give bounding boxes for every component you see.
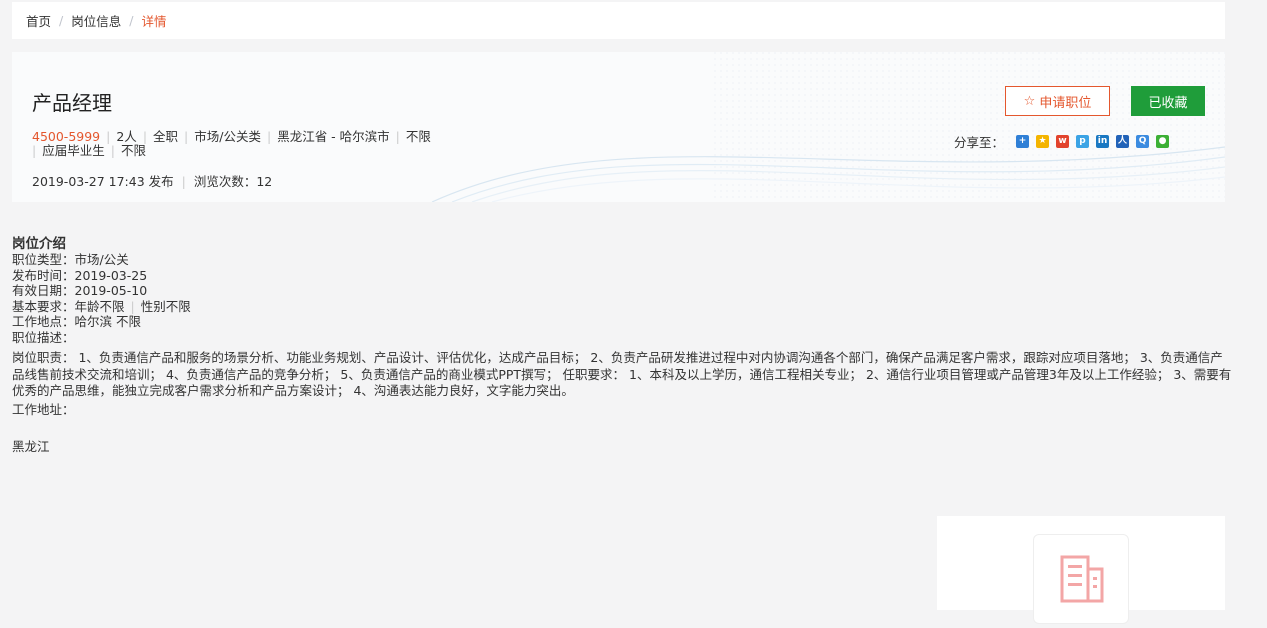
job-header-card: 产品经理 4500-5999 | 2人 | 全职 | 市场/公关类 | 黑龙江省 - 哈尔滨市 |… bbox=[12, 52, 1225, 202]
detail-valid-date: 有效日期：2019-05-10 bbox=[12, 283, 148, 298]
renren-icon[interactable]: 人 bbox=[1116, 135, 1130, 148]
qzone-plus-icon[interactable]: + bbox=[1016, 135, 1030, 148]
job-type: 全职 bbox=[153, 129, 179, 144]
breadcrumb-separator: / bbox=[59, 13, 64, 28]
star-icon[interactable]: ★ bbox=[1036, 135, 1050, 148]
share-label: 分享至： bbox=[954, 135, 1005, 150]
detail-address: 黑龙江 bbox=[12, 439, 50, 454]
job-salary: 4500-5999 bbox=[32, 129, 101, 144]
job-headcount: 2人 bbox=[116, 129, 137, 144]
detail-basic-requirements: 基本要求：年龄不限 | 性别不限 bbox=[12, 298, 191, 314]
apply-job-label: 申请职位 bbox=[1039, 95, 1092, 111]
breadcrumb-home[interactable]: 首页 bbox=[26, 11, 51, 30]
detail-age-requirement: 基本要求：年龄不限 bbox=[12, 298, 125, 314]
share-bar: 分享至： + ★ w p in 人 Q ● bbox=[954, 132, 1176, 151]
job-other: 不限 bbox=[120, 143, 146, 158]
wechat-icon[interactable]: ● bbox=[1156, 135, 1170, 148]
building-icon bbox=[1060, 555, 1104, 603]
job-publish-info: 2019-03-27 17:43 发布 | 浏览次数：12 bbox=[32, 174, 273, 189]
job-detail: 岗位介绍 职位类型：市场/公关 发布时间：2019-03-25 有效日期：201… bbox=[12, 236, 1232, 455]
job-education: 应届毕业生 bbox=[42, 143, 105, 158]
linkedin-icon[interactable]: in bbox=[1096, 135, 1110, 148]
qq-icon[interactable]: Q bbox=[1136, 135, 1150, 148]
star-outline-icon: ☆ bbox=[1023, 93, 1036, 109]
publish-time: 2019-03-27 17:43 发布 bbox=[32, 174, 174, 189]
breadcrumb-current: 详情 bbox=[141, 14, 167, 29]
job-category: 市场/公关类 bbox=[194, 129, 261, 144]
breadcrumb-section[interactable]: 岗位信息 bbox=[71, 11, 121, 30]
company-card bbox=[937, 516, 1225, 624]
detail-gender-requirement: 性别不限 bbox=[140, 298, 191, 314]
detail-duties: 岗位职责： 1、负责通信产品和服务的场景分析、功能业务规划、产品设计、评估优化，… bbox=[12, 350, 1232, 398]
job-location: 黑龙江省 - 哈尔滨市 bbox=[277, 129, 390, 144]
detail-job-type: 职位类型：市场/公关 bbox=[12, 252, 129, 267]
weibo-icon[interactable]: w bbox=[1056, 135, 1070, 148]
pengyou-icon[interactable]: p bbox=[1076, 135, 1090, 148]
job-title: 产品经理 bbox=[32, 91, 112, 115]
favorited-button[interactable]: 已收藏 bbox=[1131, 86, 1205, 116]
detail-publish-time: 发布时间：2019-03-25 bbox=[12, 267, 148, 283]
breadcrumb-separator: / bbox=[129, 13, 134, 28]
apply-job-button[interactable]: ☆ 申请职位 bbox=[1005, 86, 1110, 116]
job-meta: 4500-5999 | 2人 | 全职 | 市场/公关类 | 黑龙江省 - 哈尔滨市 | 不限 | 应… bbox=[32, 129, 431, 158]
company-logo[interactable] bbox=[1033, 534, 1129, 624]
detail-work-location: 工作地点：哈尔滨 不限 bbox=[12, 314, 141, 329]
view-count: 浏览次数：12 bbox=[193, 174, 273, 189]
breadcrumb: 首页 / 岗位信息 / 详情 bbox=[12, 2, 1225, 39]
job-experience: 不限 bbox=[405, 129, 431, 144]
detail-description-label: 职位描述： bbox=[12, 329, 75, 345]
section-title: 岗位介绍 bbox=[12, 236, 66, 252]
detail-address-label: 工作地址： bbox=[12, 401, 75, 417]
